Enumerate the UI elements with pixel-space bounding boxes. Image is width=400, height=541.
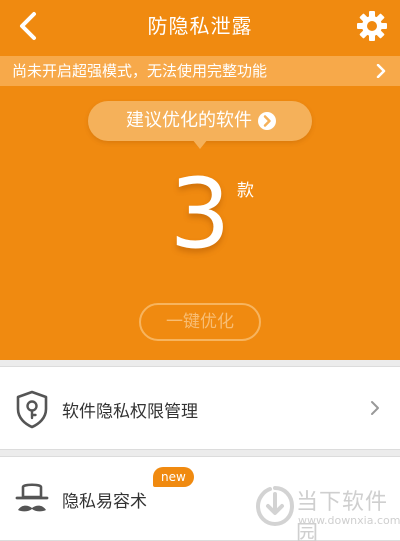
downxia-logo-icon bbox=[256, 486, 294, 526]
app-count-unit: 款 bbox=[237, 181, 254, 201]
header-panel: 防隐私泄露 尚未开启超强模式，无法使用完整功能 建议优化的软件 3 款 一键优化 bbox=[0, 0, 400, 360]
hat-mustache-icon bbox=[15, 483, 49, 512]
new-badge: new bbox=[153, 467, 194, 487]
watermark: 当下软件园 www.downxia.com bbox=[256, 484, 400, 541]
app-count: 3 bbox=[169, 158, 231, 270]
menu-item-label: 软件隐私权限管理 bbox=[62, 402, 198, 422]
suggested-apps-label: 建议优化的软件 bbox=[126, 110, 252, 131]
gear-icon[interactable] bbox=[356, 10, 388, 42]
menu-item-label: 隐私易容术 bbox=[62, 492, 147, 512]
notice-text: 尚未开启超强模式，无法使用完整功能 bbox=[12, 62, 268, 80]
top-bar: 防隐私泄露 bbox=[0, 0, 400, 52]
suggested-apps-button[interactable]: 建议优化的软件 bbox=[88, 101, 312, 141]
page-title: 防隐私泄露 bbox=[147, 14, 253, 38]
arrow-circle-icon bbox=[258, 112, 276, 130]
super-mode-notice[interactable]: 尚未开启超强模式，无法使用完整功能 bbox=[0, 56, 400, 86]
menu-item-permission-manager[interactable]: 软件隐私权限管理 bbox=[0, 366, 400, 450]
watermark-name: 当下软件园 bbox=[296, 490, 389, 541]
bubble-tail bbox=[192, 139, 208, 149]
shield-key-icon bbox=[16, 390, 48, 429]
chevron-right-icon bbox=[376, 64, 386, 78]
one-key-optimize-button[interactable]: 一键优化 bbox=[139, 303, 261, 341]
chevron-right-icon bbox=[371, 401, 379, 415]
watermark-url: www.downxia.com bbox=[298, 514, 400, 527]
